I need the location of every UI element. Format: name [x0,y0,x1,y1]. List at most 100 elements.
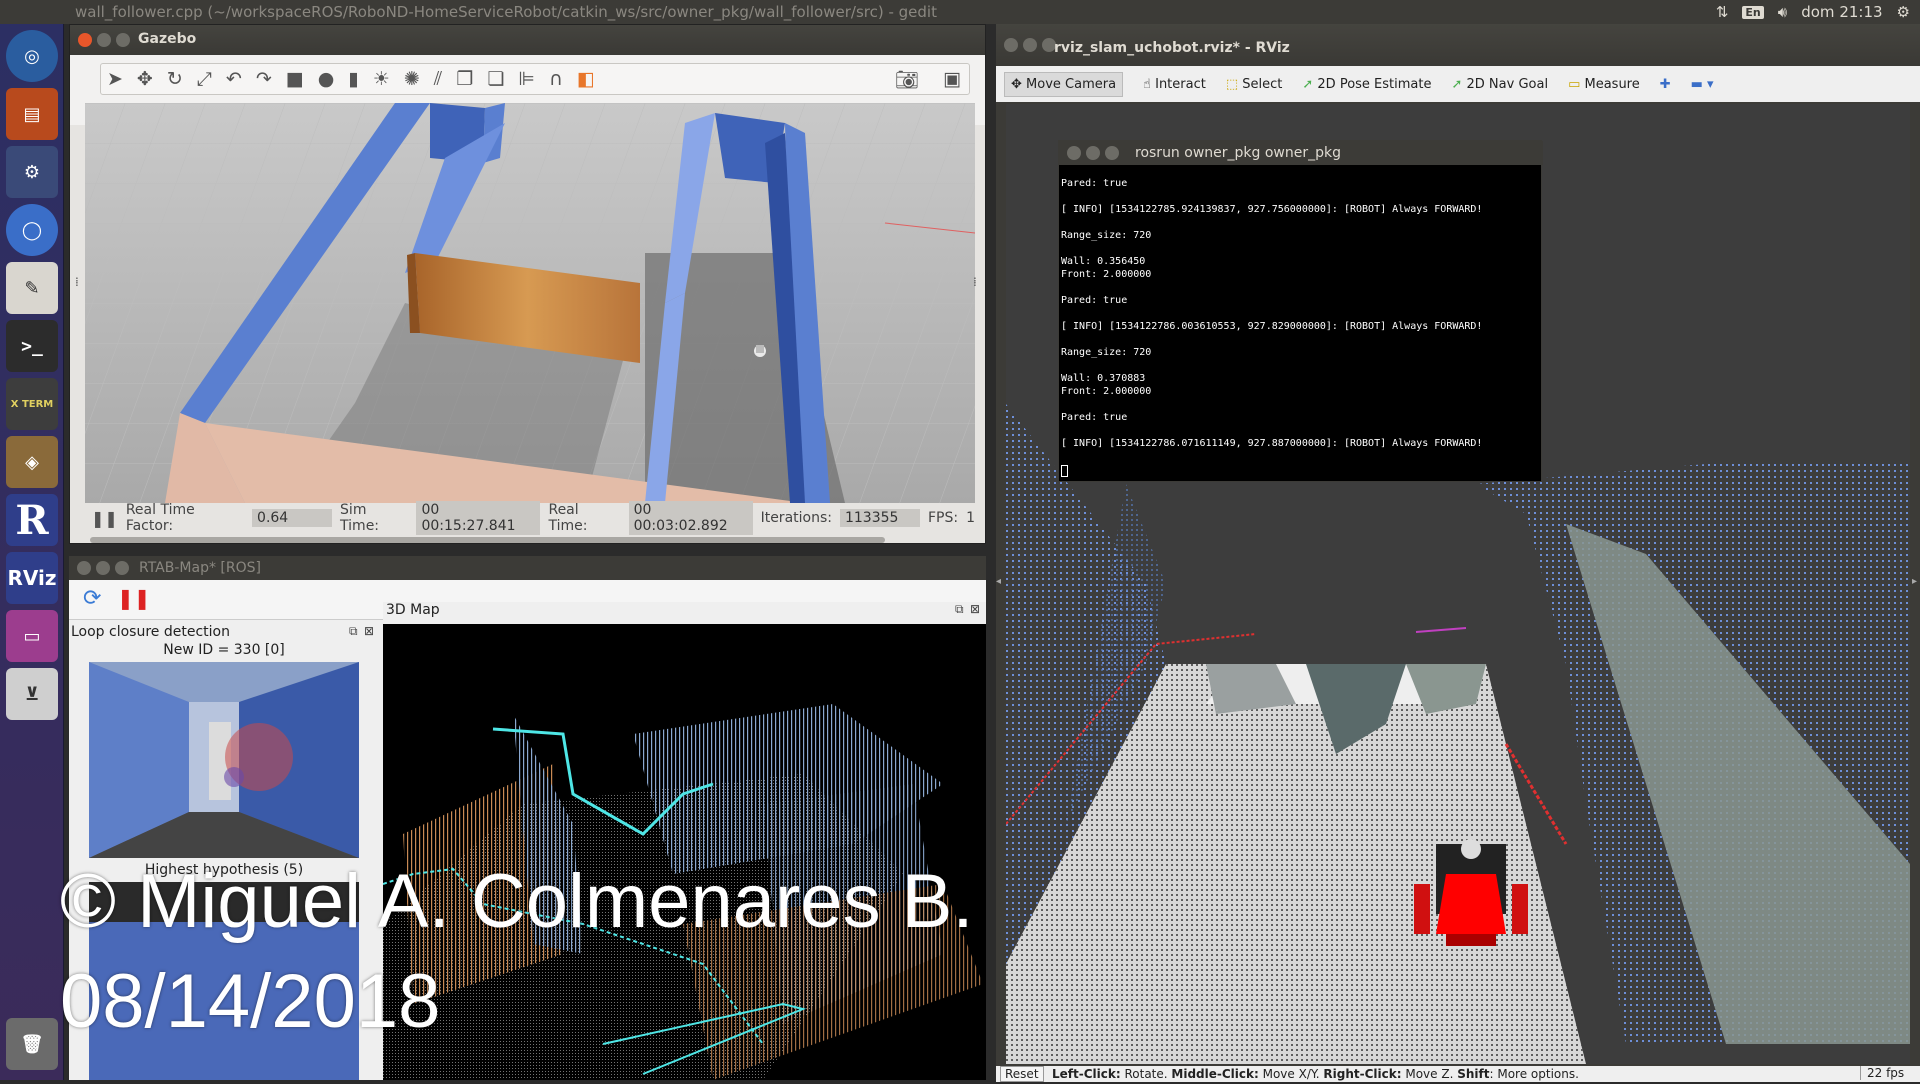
minimize-icon[interactable] [1023,38,1037,52]
horizontal-scrollbar[interactable] [90,537,885,543]
minimize-icon[interactable] [97,33,111,47]
scanner-icon[interactable]: ⊻ [6,668,58,720]
power-gear-icon[interactable]: ⚙ [1897,3,1910,21]
rviz-icon[interactable]: RViz [6,552,58,604]
terminal-line: Pared: true [1061,412,1128,423]
align-icon[interactable]: ⊫ [518,68,535,90]
virtualbox-icon[interactable]: ◈ [6,436,58,488]
rtabmap-titlebar[interactable]: RTAB-Map* [ROS] [69,556,986,580]
xterm-icon[interactable]: X TERM [6,378,58,430]
close-icon[interactable] [1067,146,1081,160]
real-time-label: Real Time: [548,502,588,534]
select-tool[interactable]: ⬚ Select [1226,77,1283,92]
redo-icon[interactable]: ↷ [256,68,272,90]
text-editor-icon[interactable]: ✎ [6,262,58,314]
3d-map-panel[interactable]: 3D Map ⧉ ⊠ [382,602,986,1080]
3d-map-title: 3D Map [383,602,986,624]
remove-tool-icon[interactable]: ▬ ▾ [1691,77,1714,92]
terminal-window[interactable]: rosrun owner_pkg owner_pkg Pared: true [… [1058,140,1543,482]
fps-counter: 22 fps [1860,1066,1904,1080]
volume-icon[interactable]: 🔊︎ [1778,3,1787,21]
files-icon[interactable]: ▤ [6,88,58,140]
maximize-icon[interactable] [115,561,129,575]
2d-nav-goal-tool[interactable]: ➚ 2D Nav Goal [1451,77,1548,92]
translate-mode-icon[interactable]: ✥ [137,68,153,90]
panel-close-icon[interactable]: ⊠ [364,624,374,638]
select-mode-icon[interactable]: ➤ [107,68,123,90]
gazebo-3d-scene[interactable] [85,103,975,503]
network-icon[interactable]: ⇅ [1716,3,1729,21]
copy-icon[interactable]: ❐ [456,68,473,90]
right-dock-handle[interactable]: ▸ [1912,576,1917,587]
settings-icon[interactable]: ⚙ [6,146,58,198]
chromium-icon[interactable]: ◯ [6,204,58,256]
terminal-titlebar[interactable]: rosrun owner_pkg owner_pkg [1059,141,1543,165]
close-icon[interactable] [78,33,92,47]
minimize-icon[interactable] [1086,146,1100,160]
maximize-icon[interactable] [1105,146,1119,160]
record-log-icon[interactable]: ▣ [943,68,961,90]
measure-tool[interactable]: ▭ Measure [1568,77,1640,92]
sphere-shape-icon[interactable]: ● [318,68,335,90]
rotate-mode-icon[interactable]: ↻ [167,68,183,90]
left-dock-handle[interactable]: ◂ [996,576,1001,587]
iterations-label: Iterations: [760,510,832,526]
terminal-icon[interactable]: >_ [6,320,58,372]
pause-icon[interactable]: ❚❚ [91,509,118,528]
panel-float-icon[interactable]: ⧉ [955,602,964,617]
snap-icon[interactable]: ∩ [549,68,563,90]
iterations-value: 113355 [839,509,920,527]
minimize-icon[interactable] [96,561,110,575]
terminal-line: Front: 2.000000 [1061,386,1152,397]
terminal-line: [ INFO] [1534122785.924139837, 927.75600… [1061,204,1483,215]
panel-close-icon[interactable]: ⊠ [970,602,980,616]
paste-icon[interactable]: ❏ [487,68,504,90]
point-light-icon[interactable]: ☀ [373,68,390,90]
left-panel-handle[interactable]: ⁞ [75,275,79,289]
launcher: ◎ ▤ ⚙ ◯ ✎ >_ X TERM ◈ R RViz ▭ ⊻ 🗑︎ [0,24,64,1080]
keyboard-layout-indicator[interactable]: En [1742,5,1764,19]
interact-tool[interactable]: ☝ Interact [1143,77,1206,92]
ubuntu-icon[interactable]: ◎ [6,30,58,82]
box-shape-icon[interactable]: ■ [286,68,304,90]
terminal-line: [ INFO] [1534122786.003610553, 927.82900… [1061,321,1483,332]
terminal-title: rosrun owner_pkg owner_pkg [1135,145,1341,161]
maximize-icon[interactable] [116,33,130,47]
new-id-label: New ID = 330 [0] [163,642,285,658]
rtf-label: Real Time Factor: [125,502,195,534]
rtf-value: 0.64 [252,509,333,527]
gazebo-titlebar[interactable]: Gazebo [70,25,985,55]
real-time-value: 00 00:03:02.892 [628,501,753,535]
close-icon[interactable] [1004,38,1018,52]
cylinder-shape-icon[interactable]: ▮ [348,68,358,90]
directional-light-icon[interactable]: ⫽ [434,68,442,90]
terminal-cursor [1061,465,1068,477]
move-camera-tool[interactable]: ✥ Move Camera [1004,71,1124,97]
refresh-icon[interactable]: ⟳ [83,586,101,611]
select-icon: ⬚ [1225,76,1243,92]
2d-pose-estimate-tool[interactable]: ➚ 2D Pose Estimate [1302,77,1431,92]
loop-closure-title: Loop closure detection [71,624,230,640]
rviz-titlebar[interactable]: rviz_slam_uchobot.rviz* - RViz [996,24,1920,66]
scale-mode-icon[interactable]: ⤢ [197,68,212,90]
undo-icon[interactable]: ↶ [226,68,242,90]
screenshot-icon[interactable]: 📷︎ [895,68,919,91]
spot-light-icon[interactable]: ✺ [404,68,420,90]
workspace-icon[interactable]: ▭ [6,610,58,662]
fps-label: FPS: [927,510,959,526]
gazebo-window: Gazebo ➤ ✥ ↻ ⤢ ↶ ↷ ■ ● ▮ ☀ ✺ ⫽ ❐ ❏ ⊫ ∩ ◧… [69,24,986,544]
terminal-line: Range_size: 720 [1061,230,1152,241]
panel-float-icon[interactable]: ⧉ [349,624,358,639]
clock[interactable]: dom 21:13 [1801,3,1882,21]
trash-icon[interactable]: 🗑︎ [6,1018,58,1070]
add-tool-icon[interactable]: ✚ [1660,77,1671,92]
pause-icon[interactable]: ❚❚ [117,586,151,610]
rstudio-icon[interactable]: R [6,494,58,546]
change-view-icon[interactable]: ◧ [577,68,595,90]
right-panel-handle[interactable]: ⁞ [973,275,977,289]
close-icon[interactable] [77,561,91,575]
sim-time-value: 00 00:15:27.841 [416,501,541,535]
